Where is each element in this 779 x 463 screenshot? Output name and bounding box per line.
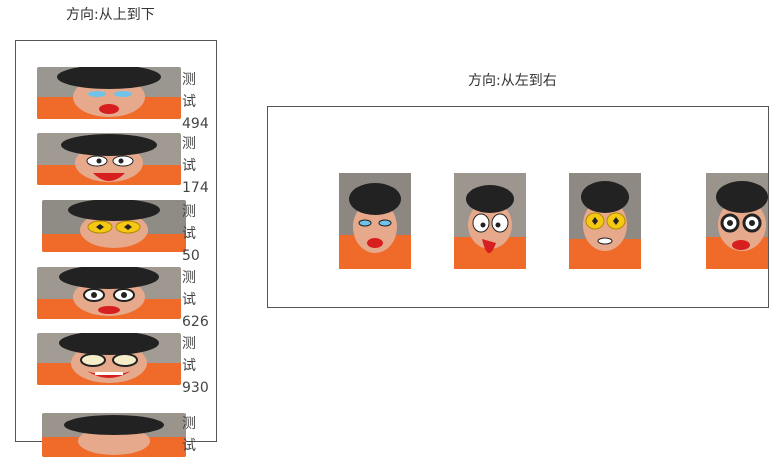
photo-face-cartoon-eyes — [37, 133, 181, 185]
photo-face-cartoon-eyes[interactable] — [454, 173, 526, 269]
item-label: 测 试 174 — [182, 136, 209, 196]
horizontal-title: 方向:从左到右 — [468, 73, 557, 89]
photo-face-round-glasses — [37, 267, 181, 319]
item-label: 测 试 930 — [182, 336, 209, 396]
photo-face-blue-eyes[interactable] — [339, 173, 411, 269]
photo-face-yellow-goggles — [42, 200, 186, 252]
vertical-title: 方向:从上到下 — [66, 7, 155, 23]
item-label: 测 试 50 — [182, 204, 200, 264]
item-label: 测 试 494 — [182, 72, 209, 132]
item-label: 测 试 626 — [182, 270, 209, 330]
photo-face-big-eyes-grin — [37, 333, 181, 385]
photo-face-partial — [42, 413, 186, 457]
vertical-marquee[interactable]: 测 试 494 测 试 174 测 试 50 测 试 626 测 试 930 测… — [15, 40, 217, 457]
item-label: 测 试 — [182, 416, 196, 454]
horizontal-marquee[interactable] — [267, 106, 769, 308]
photo-face-yellow-goggles[interactable] — [569, 173, 641, 269]
photo-face-blue-eyes — [37, 67, 181, 119]
photo-face-round-glasses[interactable] — [706, 173, 768, 269]
